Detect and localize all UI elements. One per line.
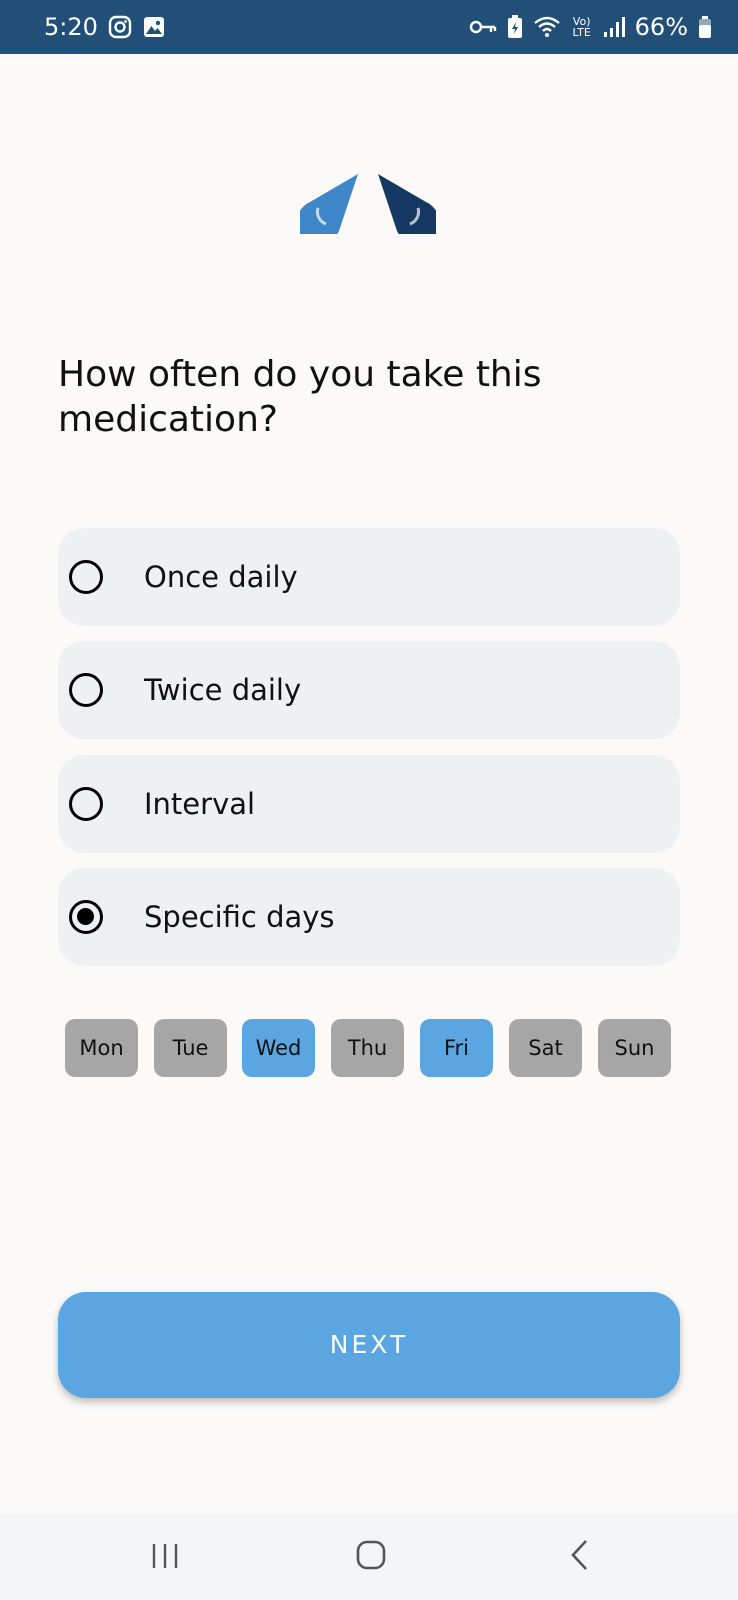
recent-apps-icon[interactable]: [150, 1538, 180, 1576]
radio-button[interactable]: [69, 787, 103, 821]
option-label: Specific days: [144, 900, 335, 934]
option-interval[interactable]: Interval: [58, 755, 680, 853]
logo-left-drop: [296, 174, 358, 245]
day-toggle-tue[interactable]: Tue: [154, 1019, 227, 1077]
battery-saver-icon: [507, 15, 523, 39]
battery-percentage: 66%: [634, 13, 688, 41]
day-toggle-sun[interactable]: Sun: [598, 1019, 671, 1077]
option-label: Once daily: [144, 560, 298, 594]
option-specific-days[interactable]: Specific days: [58, 868, 680, 966]
system-nav-bar: [0, 1514, 738, 1600]
network-type-label: Vo) LTE: [572, 15, 591, 39]
day-toggle-sat[interactable]: Sat: [509, 1019, 582, 1077]
back-icon[interactable]: [568, 1538, 592, 1576]
vpn-key-icon: [469, 18, 497, 36]
app-logo: [296, 168, 440, 245]
status-bar: 5:20 Vo) LTE 66%: [0, 0, 738, 54]
home-icon[interactable]: [354, 1538, 388, 1576]
day-toggle-wed[interactable]: Wed: [242, 1019, 315, 1077]
status-time: 5:20: [44, 13, 98, 41]
option-label: Interval: [144, 787, 256, 821]
logo-right-drop: [378, 174, 440, 245]
wifi-icon: [533, 15, 561, 39]
radio-button[interactable]: [69, 673, 103, 707]
radio-button[interactable]: [69, 560, 103, 594]
option-twice-daily[interactable]: Twice daily: [58, 641, 680, 739]
status-left: 5:20: [44, 13, 166, 41]
status-right: Vo) LTE 66%: [469, 13, 712, 41]
gallery-icon: [142, 15, 166, 39]
day-toggle-mon[interactable]: Mon: [65, 1019, 138, 1077]
option-label: Twice daily: [144, 673, 302, 707]
option-once-daily[interactable]: Once daily: [58, 528, 680, 626]
signal-icon: [603, 16, 625, 38]
day-toggle-thu[interactable]: Thu: [331, 1019, 404, 1077]
next-button[interactable]: NEXT: [58, 1292, 680, 1398]
battery-icon: [698, 15, 712, 39]
page-title: How often do you take this medication?: [58, 354, 542, 440]
instagram-icon: [108, 15, 132, 39]
day-toggle-fri[interactable]: Fri: [420, 1019, 493, 1077]
radio-button-selected[interactable]: [69, 900, 103, 934]
